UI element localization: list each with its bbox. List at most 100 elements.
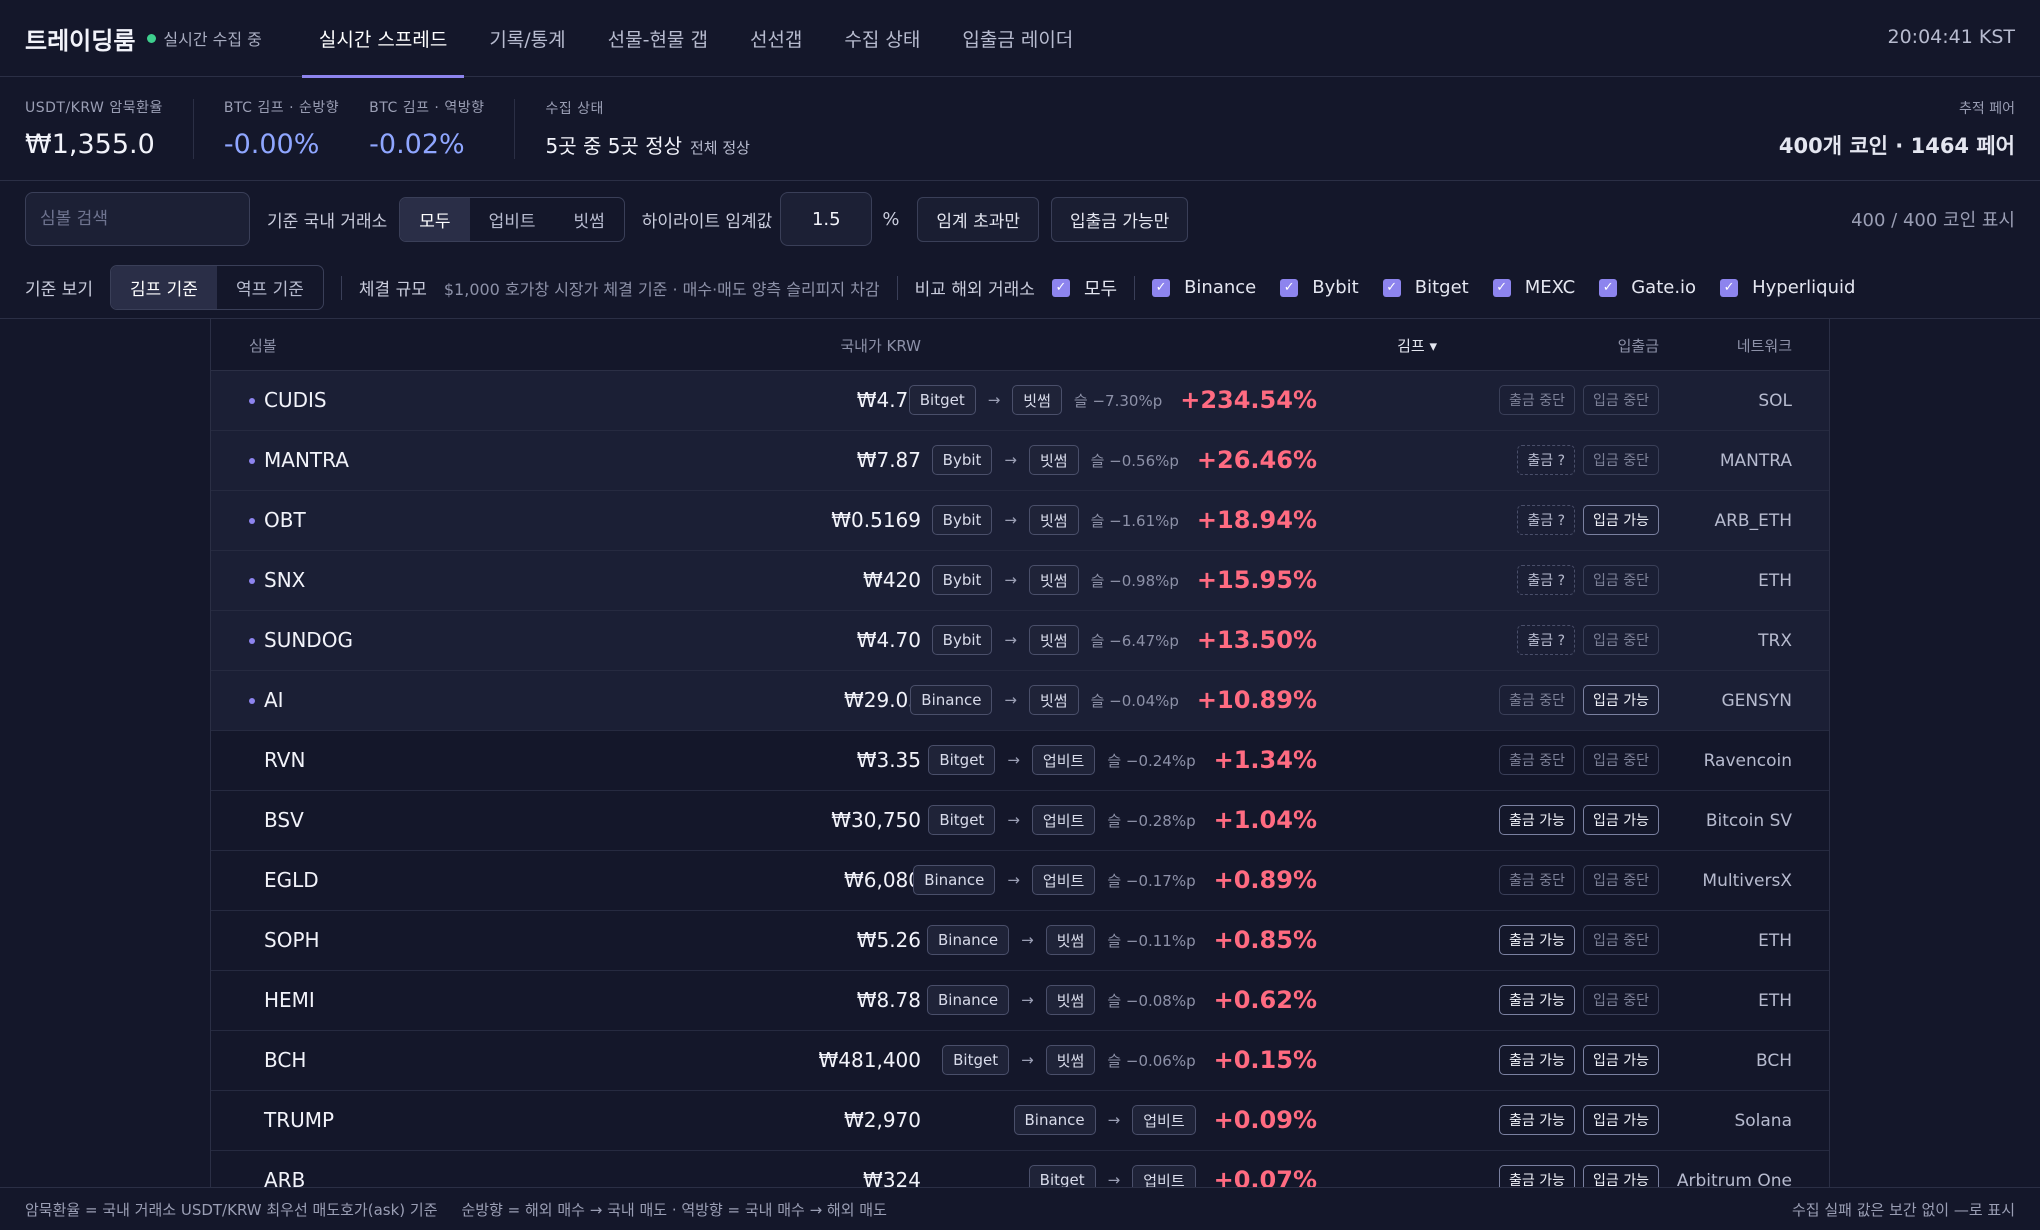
stat-tracked-label: 추적 페어 [1959, 100, 2015, 117]
live-status-label: 실시간 수집 중 [163, 30, 262, 49]
tab-deposit-radar[interactable]: 입출금 레이더 [945, 0, 1090, 77]
domestic-option-bithumb[interactable]: 빗썸 [555, 198, 624, 241]
row-dw-status: 출금 중단 입금 중단 [1491, 745, 1659, 775]
table-row[interactable]: CUDIS ₩4.79 Bitget → 빗썸 슬 −7.30%p +234.54% 출금 중… [211, 371, 1829, 431]
row-dw-status: 출금 ? 입금 중단 [1509, 445, 1659, 475]
symbol-search-input[interactable] [25, 192, 250, 246]
col-network[interactable]: 네트워크 [1737, 335, 1792, 356]
table-row[interactable]: ARB ₩324 Bitget → 업비트 +0.07% 출금 가능 입금 가능 Arbitru… [211, 1151, 1829, 1187]
foreign-checkbox-mexc[interactable]: ✓ MEXC [1492, 277, 1575, 298]
size-description: $1,000 호가창 시장가 체결 기준 · 매수·매도 양측 슬리피지 차감 [443, 279, 880, 299]
over-threshold-button[interactable]: 임계 초과만 [917, 196, 1040, 242]
table-row[interactable]: SUNDOG ₩4.70 Bybit → 빗썸 슬 −6.47%p +13.50% 출금 ? 입… [211, 611, 1829, 671]
row-slippage: 슬 −0.98%p [1090, 571, 1179, 590]
route-to-exchange: 업비트 [1031, 865, 1096, 895]
stat-collection-ok: 전체 정상 [690, 139, 750, 157]
foreign-checkbox-gateio[interactable]: ✓ Gate.io [1599, 277, 1696, 298]
domestic-option-upbit[interactable]: 업비트 [470, 198, 555, 241]
highlight-dot-icon [249, 578, 255, 584]
withdraw-status-badge: 출금 ? [1517, 505, 1576, 535]
row-route: Binance → 업비트 +0.09% [1013, 1105, 1317, 1135]
view-option-kimp[interactable]: 김프 기준 [110, 266, 217, 309]
row-gimp: +10.89% [1196, 686, 1317, 714]
view-row: 기준 보기 김프 기준 역프 기준 체결 규모 $1,000 호가창 시장가 체… [0, 257, 2040, 319]
route-to-exchange: 업비트 [1031, 745, 1096, 775]
arrow-right-icon: → [1004, 451, 1017, 469]
deposit-status-badge: 입금 중단 [1583, 985, 1659, 1015]
foreign-checkbox-binance[interactable]: ✓ Binance [1152, 277, 1256, 298]
tab-futures-futures-gap[interactable]: 선선갭 [733, 0, 819, 77]
foreign-checkbox-label: Hyperliquid [1752, 277, 1856, 298]
table-row[interactable]: RVN ₩3.35 Bitget → 업비트 슬 −0.24%p +1.34% 출금 중단 입금… [211, 731, 1829, 791]
row-symbol: SNX [264, 568, 306, 592]
row-symbol: OBT [264, 508, 306, 532]
tab-futures-spot-gap[interactable]: 선물-현물 갭 [591, 0, 725, 77]
arrow-right-icon: → [1107, 1171, 1121, 1187]
tab-collection-status[interactable]: 수집 상태 [827, 0, 937, 77]
row-dw-status: 출금 가능 입금 가능 [1491, 1165, 1659, 1187]
row-slippage: 슬 −0.17%p [1107, 871, 1196, 890]
route-to-exchange: 업비트 [1132, 1165, 1196, 1187]
table-row[interactable]: HEMI ₩8.78 Binance → 빗썸 슬 −0.08%p +0.62% 출금 가능 입… [211, 971, 1829, 1031]
deposit-status-badge: 입금 가능 [1583, 1045, 1659, 1075]
domestic-exchange-label: 기준 국내 거래소 [267, 211, 388, 232]
dw-available-button[interactable]: 입출금 가능만 [1051, 196, 1189, 242]
arrow-right-icon: → [1004, 631, 1017, 649]
col-price[interactable]: 국내가 KRW [840, 335, 921, 356]
row-gimp: +234.54% [1180, 386, 1317, 414]
stat-tracked-value: 400개 코인 · 1464 페어 [1778, 133, 2015, 158]
row-symbol: ARB [264, 1168, 306, 1187]
table-row[interactable]: OBT ₩0.5169 Bybit → 빗썸 슬 −1.61%p +18.94% 출금 ? 입금… [211, 491, 1829, 551]
foreign-checkbox-bitget[interactable]: ✓ Bitget [1382, 277, 1469, 298]
withdraw-status-badge: 출금 가능 [1499, 1105, 1576, 1135]
col-gimp[interactable]: 김프 ▾ [1397, 335, 1437, 356]
row-route: Bitget → 업비트 +0.07% [1028, 1165, 1317, 1187]
stat-collection-value: 5곳 중 5곳 정상 [545, 134, 682, 158]
row-slippage: 슬 −0.08%p [1107, 991, 1196, 1010]
table-row[interactable]: EGLD ₩6,080 Binance → 업비트 슬 −0.17%p +0.89% 출금 중… [211, 851, 1829, 911]
row-gimp: +1.34% [1213, 746, 1317, 774]
domestic-option-all[interactable]: 모두 [400, 197, 470, 241]
row-route: Bitget → 업비트 슬 −0.28%p +1.04% [928, 805, 1317, 835]
domestic-exchange-toggle: 모두 업비트 빗썸 [399, 196, 625, 242]
foreign-checkbox-hyperliquid[interactable]: ✓ Hyperliquid [1720, 277, 1855, 298]
foreign-checkbox-bybit[interactable]: ✓ Bybit [1280, 277, 1359, 298]
table-row[interactable]: BCH ₩481,400 Bitget → 빗썸 슬 −0.06%p +0.15% 출금 가능… [211, 1031, 1829, 1091]
table-row[interactable]: MANTRA ₩7.87 Bybit → 빗썸 슬 −0.56%p +26.46% 출금 ? 입… [211, 431, 1829, 491]
row-network: ETH [1758, 571, 1792, 591]
row-slippage: 슬 −1.61%p [1090, 511, 1179, 530]
row-network: MANTRA [1719, 451, 1792, 471]
row-price: ₩7.87 [856, 448, 921, 472]
tab-history-stats[interactable]: 기록/통계 [472, 0, 582, 77]
route-to-exchange: 빗썸 [1029, 685, 1079, 715]
checkmark-icon: ✓ [1280, 278, 1299, 297]
threshold-input[interactable]: 1.5 [780, 192, 873, 246]
row-symbol: TRUMP [264, 1108, 335, 1132]
foreign-checkbox-label: Binance [1184, 277, 1257, 298]
row-dw-status: 출금 가능 입금 중단 [1491, 985, 1659, 1015]
stat-btc-reverse-label: BTC 김프 · 역방향 [369, 100, 485, 116]
divider [340, 275, 342, 300]
row-symbol: SOPH [264, 928, 320, 952]
row-dw-status: 출금 ? 입금 가능 [1509, 505, 1659, 535]
table-row[interactable]: BSV ₩30,750 Bitget → 업비트 슬 −0.28%p +1.04% 출금 가능… [211, 791, 1829, 851]
withdraw-status-badge: 출금 중단 [1499, 685, 1576, 715]
main-nav: 실시간 스프레드 기록/통계 선물-현물 갭 선선갭 수집 상태 입출금 레이더 [301, 0, 1098, 78]
table-row[interactable]: TRUMP ₩2,970 Binance → 업비트 +0.09% 출금 가능 입금 가능 So… [211, 1091, 1829, 1151]
foreign-checkbox-all[interactable]: ✓ 모두 [1051, 275, 1117, 301]
table-row[interactable]: SNX ₩420 Bybit → 빗썸 슬 −0.98%p +15.95% 출금 ? 입금 중단… [211, 551, 1829, 611]
stats-bar: USDT/KRW 암묵환율 ₩1,355.0 BTC 김프 · 순방향 -0.0… [0, 77, 2040, 181]
deposit-status-badge: 입금 가능 [1583, 505, 1659, 535]
row-slippage: 슬 −0.06%p [1107, 1051, 1196, 1070]
col-dw[interactable]: 입출금 [1618, 335, 1659, 356]
view-option-reverse[interactable]: 역프 기준 [217, 266, 323, 309]
withdraw-status-badge: 출금 가능 [1499, 925, 1576, 955]
table-row[interactable]: SOPH ₩5.26 Binance → 빗썸 슬 −0.11%p +0.85% 출금 가능 입… [211, 911, 1829, 971]
tab-realtime-spread[interactable]: 실시간 스프레드 [301, 0, 465, 78]
stat-usdt-value: ₩1,355.0 [25, 129, 155, 160]
row-price: ₩30,750 [831, 808, 921, 832]
table-row[interactable]: AI ₩29.03 Binance → 빗썸 슬 −0.04%p +10.89% 출금 중단 입… [211, 671, 1829, 731]
row-symbol: SUNDOG [264, 628, 353, 652]
col-symbol[interactable]: 심볼 [249, 335, 277, 356]
route-to-exchange: 빗썸 [1029, 505, 1079, 535]
